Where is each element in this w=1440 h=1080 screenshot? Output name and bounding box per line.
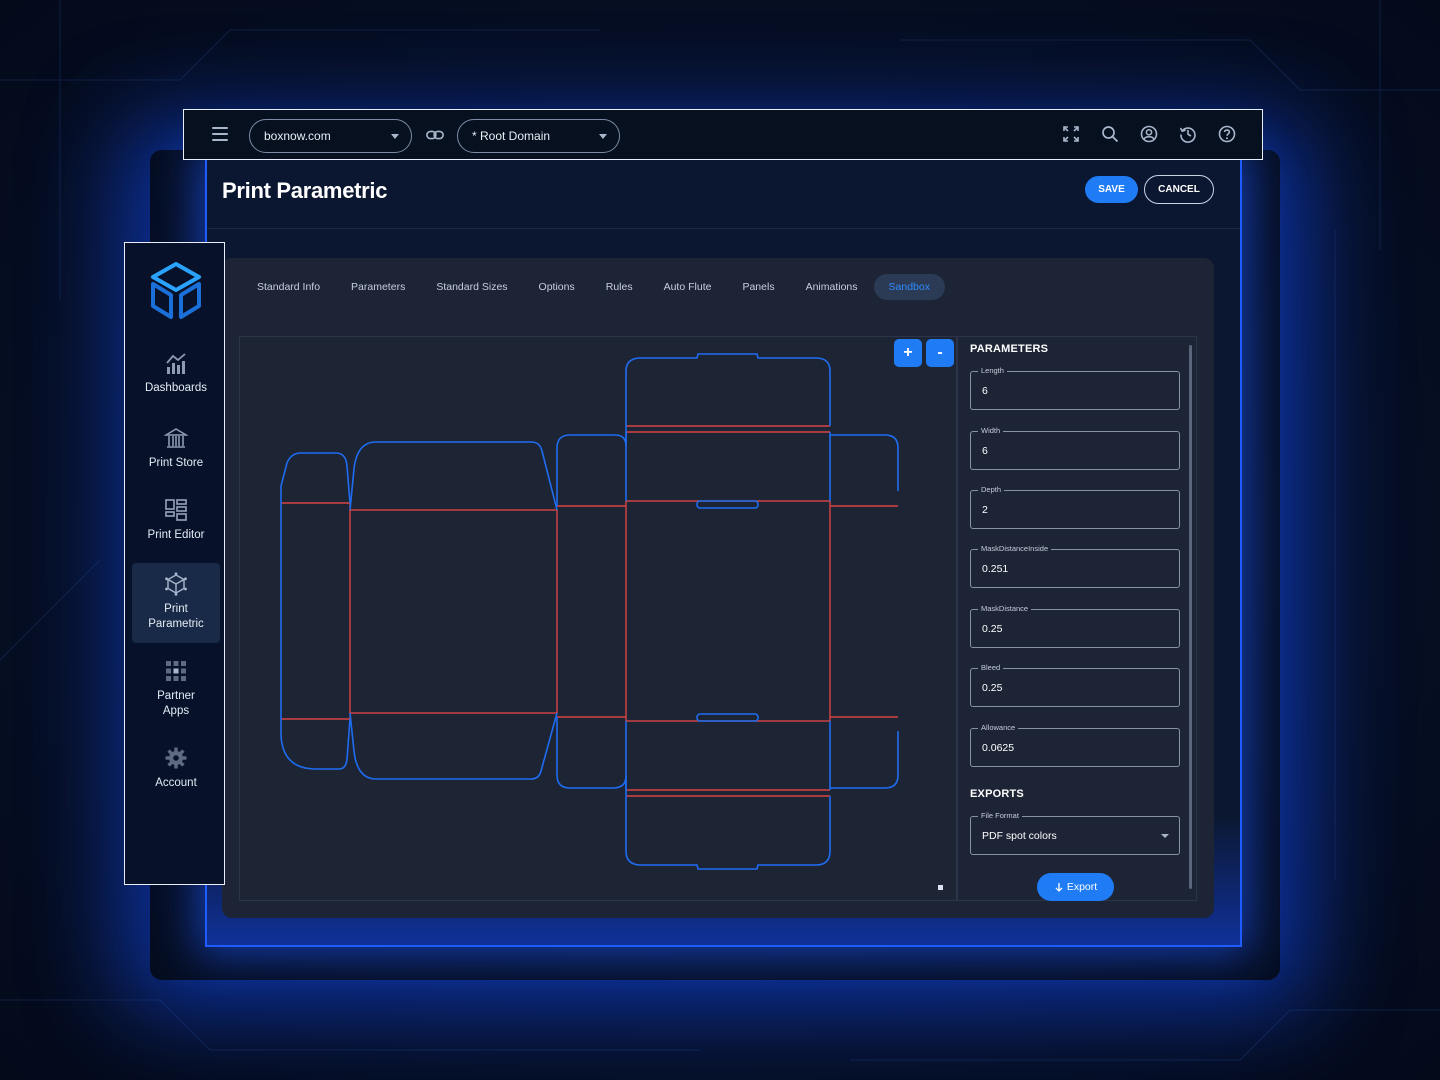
history-icon[interactable] bbox=[1179, 125, 1197, 143]
field-value: 0.251 bbox=[982, 563, 1009, 575]
sidebar-item-dashboards[interactable]: Dashboards bbox=[132, 351, 220, 403]
save-button[interactable]: SAVE bbox=[1085, 176, 1138, 203]
search-icon[interactable] bbox=[1101, 125, 1119, 143]
chevron-down-icon bbox=[1161, 834, 1169, 838]
zoom-out-button[interactable]: - bbox=[926, 339, 954, 367]
arrow-down-icon bbox=[1055, 883, 1063, 892]
zoom-in-button[interactable]: + bbox=[894, 339, 922, 367]
hamburger-menu-icon[interactable] bbox=[212, 127, 228, 141]
sidebar-item-print-store[interactable]: Print Store bbox=[132, 426, 220, 476]
resize-handle[interactable] bbox=[938, 885, 943, 890]
cancel-button[interactable]: CANCEL bbox=[1144, 175, 1214, 204]
bleed-field[interactable]: Bleed 0.25 bbox=[970, 663, 1180, 707]
sidebar-item-label: Print Parametric bbox=[148, 603, 204, 630]
chevron-down-icon bbox=[391, 134, 399, 139]
field-label: Allowance bbox=[978, 723, 1019, 732]
field-value: 6 bbox=[982, 385, 988, 397]
root-domain-select-value: * Root Domain bbox=[472, 129, 551, 143]
header-divider bbox=[207, 228, 1240, 229]
allowance-field[interactable]: Allowance 0.0625 bbox=[970, 723, 1180, 767]
parametric-icon bbox=[165, 572, 187, 596]
link-icon[interactable] bbox=[426, 127, 444, 143]
editor-icon bbox=[165, 499, 187, 521]
content-card: Standard Info Parameters Standard Sizes … bbox=[222, 258, 1214, 918]
domain-select[interactable]: boxnow.com bbox=[249, 119, 412, 153]
field-value: 0.0625 bbox=[982, 742, 1015, 754]
tab-auto-flute[interactable]: Auto Flute bbox=[649, 274, 727, 300]
parameters-title: PARAMETERS bbox=[970, 343, 1049, 355]
parameters-scrollbar[interactable] bbox=[1189, 345, 1192, 889]
sidebar-item-label: Print Store bbox=[148, 457, 204, 469]
mask-distance-inside-field[interactable]: MaskDistanceInside 0.251 bbox=[970, 544, 1180, 588]
export-label: Export bbox=[1066, 881, 1098, 893]
exports-title: EXPORTS bbox=[970, 788, 1024, 800]
sidebar-item-label: Account bbox=[155, 777, 197, 789]
length-field[interactable]: Length 6 bbox=[970, 366, 1180, 410]
chart-icon bbox=[166, 353, 186, 374]
field-label: Length bbox=[978, 366, 1007, 375]
export-button[interactable]: Export bbox=[1037, 873, 1114, 901]
fold-lines bbox=[281, 425, 898, 797]
user-icon[interactable] bbox=[1140, 125, 1158, 143]
grid-icon bbox=[166, 661, 186, 681]
tab-standard-info[interactable]: Standard Info bbox=[242, 274, 335, 300]
field-label: File Format bbox=[978, 811, 1022, 820]
app-logo-icon bbox=[151, 262, 201, 319]
sidebar-item-label: Dashboards bbox=[144, 382, 207, 394]
tab-options[interactable]: Options bbox=[524, 274, 590, 300]
parameters-panel: PARAMETERS Length 6 Width 6 Depth 2 Mask… bbox=[957, 336, 1197, 901]
cut-lines bbox=[280, 353, 899, 870]
field-value: 0.25 bbox=[982, 623, 1003, 635]
box-dieline bbox=[280, 353, 899, 870]
sidebar: Dashboards Print Store Print Editor Prin… bbox=[124, 242, 225, 885]
width-field[interactable]: Width 6 bbox=[970, 426, 1180, 470]
mask-distance-field[interactable]: MaskDistance 0.25 bbox=[970, 604, 1180, 648]
chevron-down-icon bbox=[599, 134, 607, 139]
page-title: Print Parametric bbox=[222, 178, 388, 203]
root-domain-select[interactable]: * Root Domain bbox=[457, 119, 620, 153]
fullscreen-icon[interactable] bbox=[1062, 125, 1080, 143]
top-bar: boxnow.com * Root Domain bbox=[183, 109, 1263, 160]
field-label: MaskDistance bbox=[978, 604, 1032, 613]
field-label: Width bbox=[978, 426, 1004, 435]
field-value: 2 bbox=[982, 504, 988, 516]
gear-icon bbox=[165, 747, 187, 769]
sidebar-item-partner-apps[interactable]: Partner Apps bbox=[132, 659, 220, 719]
depth-field[interactable]: Depth 2 bbox=[970, 485, 1180, 529]
field-label: MaskDistanceInside bbox=[978, 544, 1052, 553]
tab-parameters[interactable]: Parameters bbox=[336, 274, 420, 300]
sidebar-item-label: Print Editor bbox=[147, 529, 205, 541]
tab-standard-sizes[interactable]: Standard Sizes bbox=[421, 274, 522, 300]
sidebar-item-label: Partner Apps bbox=[157, 690, 195, 717]
tab-bar: Standard Info Parameters Standard Sizes … bbox=[242, 274, 946, 300]
dieline-canvas[interactable]: + - bbox=[239, 336, 957, 901]
tab-rules[interactable]: Rules bbox=[591, 274, 648, 300]
field-label: Depth bbox=[978, 485, 1005, 494]
sidebar-item-account[interactable]: Account bbox=[132, 746, 220, 794]
tab-animations[interactable]: Animations bbox=[791, 274, 873, 300]
tab-sandbox[interactable]: Sandbox bbox=[873, 274, 945, 300]
field-label: Bleed bbox=[978, 663, 1004, 672]
file-format-select[interactable]: File Format PDF spot colors bbox=[970, 811, 1180, 855]
field-value: 0.25 bbox=[982, 682, 1003, 694]
field-value: 6 bbox=[982, 445, 988, 457]
store-icon bbox=[164, 428, 188, 448]
tab-panels[interactable]: Panels bbox=[727, 274, 789, 300]
field-value: PDF spot colors bbox=[982, 830, 1057, 842]
domain-select-value: boxnow.com bbox=[264, 129, 331, 143]
sidebar-item-print-editor[interactable]: Print Editor bbox=[132, 498, 220, 548]
help-icon[interactable] bbox=[1218, 125, 1236, 143]
sidebar-item-print-parametric[interactable]: Print Parametric bbox=[132, 563, 220, 643]
